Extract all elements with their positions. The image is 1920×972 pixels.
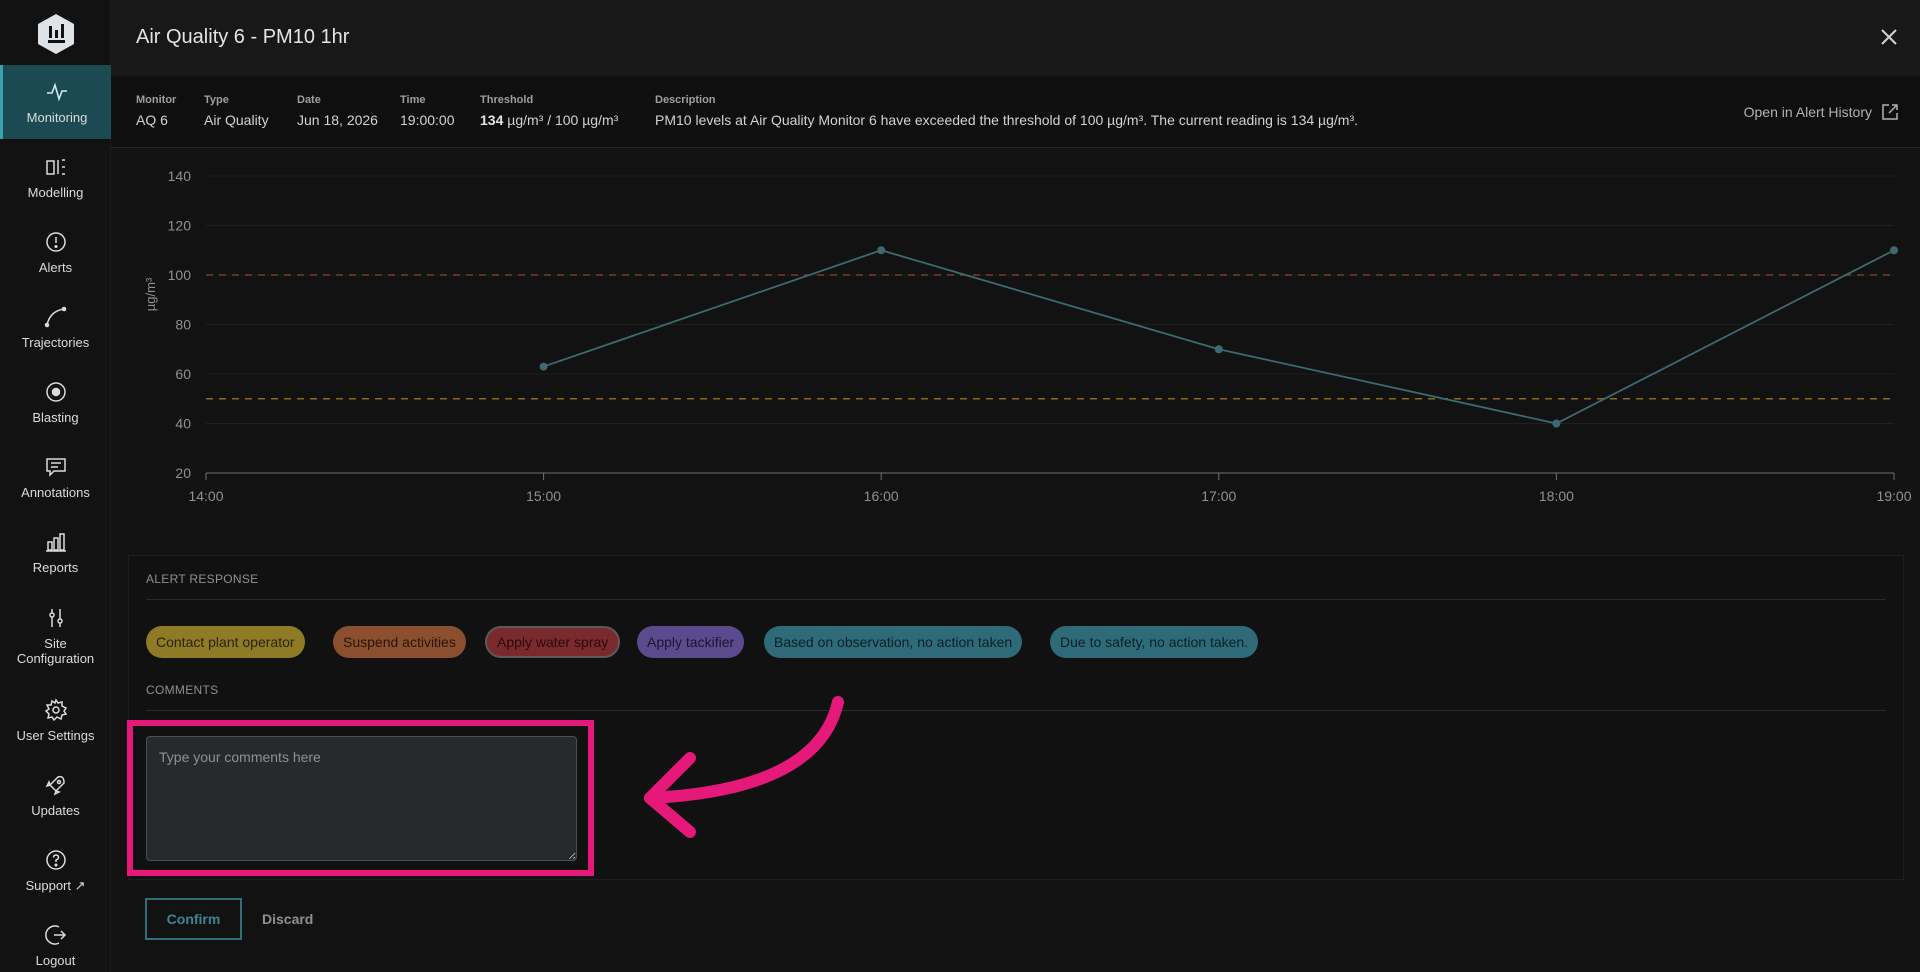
info-threshold: Threshold 134 µg/m³ / 100 µg/m³ bbox=[480, 94, 619, 128]
series-line bbox=[543, 249, 1895, 425]
gear-icon bbox=[44, 697, 67, 721]
sidebar-item-support[interactable]: Support ↗ bbox=[0, 833, 111, 907]
sidebar-item-label: Updates bbox=[31, 802, 80, 818]
chip-suspend-activities[interactable]: Suspend activities bbox=[333, 626, 466, 658]
sidebar-item-label: Annotations bbox=[21, 484, 90, 500]
annotation-icon bbox=[45, 457, 66, 477]
pm10-line-chart: 20 40 60 80 100 120 140 14:00 15:00 16:00 17:00 18:… bbox=[143, 168, 1912, 504]
chip-apply-tackifier[interactable]: Apply tackifier bbox=[637, 626, 745, 658]
sidebar-item-annotations[interactable]: Annotations bbox=[0, 440, 111, 514]
chip-contact-plant-operator[interactable]: Contact plant operator bbox=[146, 626, 305, 658]
comments-title: COMMENTS bbox=[146, 683, 219, 697]
sliders-icon bbox=[48, 609, 63, 627]
x-tick-label: 19:00 bbox=[1876, 488, 1911, 504]
data-point bbox=[539, 362, 548, 371]
sidebar-item-modelling[interactable]: Modelling bbox=[0, 140, 111, 214]
sidebar-item-label: Support ↗ bbox=[25, 877, 86, 893]
y-tick-label: 100 bbox=[168, 267, 192, 283]
sidebar-item-logout[interactable]: Logout bbox=[0, 908, 111, 972]
logout-icon bbox=[44, 924, 66, 945]
data-point bbox=[877, 246, 886, 255]
info-time: Time 19:00:00 bbox=[400, 94, 455, 128]
sidebar-item-user-settings[interactable]: User Settings bbox=[0, 683, 111, 757]
data-point bbox=[1214, 345, 1223, 354]
sidebar-item-label: Alerts bbox=[38, 259, 73, 275]
modal-title: Air Quality 6 - PM10 1hr bbox=[136, 26, 350, 48]
y-tick-label: 120 bbox=[168, 218, 192, 234]
app-logo-icon[interactable] bbox=[36, 12, 76, 56]
confirm-button[interactable]: Confirm bbox=[145, 898, 242, 940]
data-point bbox=[1552, 419, 1561, 428]
data-point bbox=[1890, 246, 1898, 255]
external-link-icon: ↗ bbox=[74, 877, 86, 893]
chip-apply-water-spray[interactable]: Apply water spray bbox=[485, 626, 621, 658]
y-tick-label: 40 bbox=[175, 416, 191, 432]
alert-circle-icon bbox=[45, 231, 66, 252]
sidebar: Monitoring Modelling Alerts Trajectories… bbox=[0, 0, 111, 972]
activity-icon bbox=[47, 81, 67, 102]
sidebar-item-label: Blasting bbox=[32, 409, 79, 425]
x-tick-label: 18:00 bbox=[1539, 488, 1574, 504]
divider bbox=[146, 710, 1886, 711]
x-tick-label: 17:00 bbox=[1201, 488, 1236, 504]
sidebar-item-label: Modelling bbox=[27, 184, 84, 200]
y-tick-label: 80 bbox=[175, 317, 191, 333]
modal-header: Air Quality 6 - PM10 1hr bbox=[111, 0, 1920, 76]
external-link-icon bbox=[1882, 104, 1898, 120]
sidebar-item-label: Trajectories bbox=[21, 334, 90, 350]
sidebar-item-label: Site Configuration bbox=[16, 636, 95, 666]
sidebar-item-blasting[interactable]: Blasting bbox=[0, 365, 111, 439]
sidebar-item-label: Reports bbox=[32, 559, 79, 575]
sidebar-item-label: User Settings bbox=[16, 727, 95, 743]
bar-chart-icon bbox=[45, 532, 66, 552]
alert-info-bar: Monitor AQ 6 Type Air Quality Date Jun 1… bbox=[111, 76, 1920, 148]
help-icon bbox=[45, 849, 66, 870]
info-type: Type Air Quality bbox=[204, 94, 269, 128]
x-tick-label: 16:00 bbox=[864, 488, 899, 504]
y-tick-label: 60 bbox=[175, 366, 191, 382]
chip-safety-no-action[interactable]: Due to safety, no action taken. bbox=[1050, 626, 1259, 658]
open-alert-history-link[interactable]: Open in Alert History bbox=[1744, 102, 1900, 122]
x-tick-label: 14:00 bbox=[188, 488, 223, 504]
trajectory-icon bbox=[44, 306, 66, 327]
sidebar-item-label: Monitoring bbox=[26, 109, 88, 125]
divider bbox=[146, 599, 1886, 600]
pointer-arrow-icon bbox=[644, 696, 844, 838]
sidebar-item-reports[interactable]: Reports bbox=[0, 515, 111, 589]
rocket-icon bbox=[45, 775, 65, 795]
sidebar-item-trajectories[interactable]: Trajectories bbox=[0, 290, 111, 364]
x-tick-label: 15:00 bbox=[526, 488, 561, 504]
y-axis-label: µg/m³ bbox=[143, 277, 158, 311]
alert-response-title: ALERT RESPONSE bbox=[146, 572, 259, 586]
sidebar-item-site-configuration[interactable]: Site Configuration bbox=[0, 594, 111, 678]
sidebar-item-alerts[interactable]: Alerts bbox=[0, 215, 111, 289]
model-icon bbox=[45, 158, 65, 175]
highlight-box bbox=[127, 720, 594, 876]
sidebar-item-updates[interactable]: Updates bbox=[0, 758, 111, 832]
info-description: Description PM10 levels at Air Quality M… bbox=[655, 94, 1359, 128]
info-monitor: Monitor AQ 6 bbox=[136, 94, 177, 128]
blast-icon bbox=[45, 381, 66, 402]
discard-button[interactable]: Discard bbox=[262, 898, 313, 940]
sidebar-item-monitoring[interactable]: Monitoring bbox=[0, 65, 111, 139]
sidebar-item-label: Logout bbox=[35, 952, 76, 968]
y-tick-label: 140 bbox=[168, 168, 192, 184]
close-icon[interactable] bbox=[1878, 26, 1900, 48]
chip-observation-no-action[interactable]: Based on observation, no action taken bbox=[764, 626, 1023, 658]
info-date: Date Jun 18, 2026 bbox=[297, 94, 378, 128]
y-tick-label: 20 bbox=[175, 465, 191, 481]
